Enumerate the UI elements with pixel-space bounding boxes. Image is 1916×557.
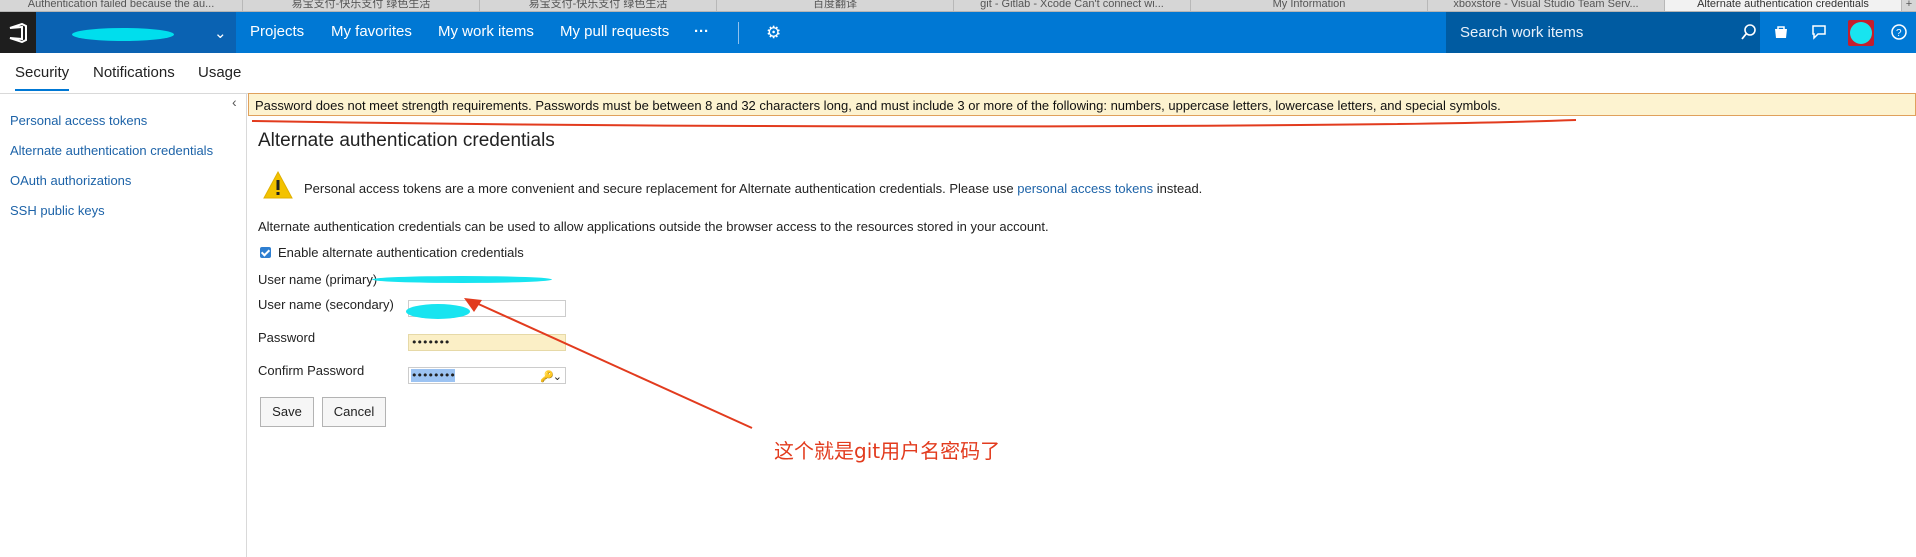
browser-tab-strip: Authentication failed because the au... … [0,0,1916,12]
page-title: Alternate authentication credentials [258,130,555,151]
collapse-sidebar-icon[interactable]: ‹ [232,94,237,110]
feedback-icon[interactable] [1810,23,1828,41]
redacted-username-primary [372,276,552,283]
enable-alternate-credentials-label[interactable]: Enable alternate authentication credenti… [278,245,524,260]
help-icon[interactable]: ? [1890,23,1908,41]
redacted-account-name [72,28,174,41]
red-underline-annotation [251,119,1577,128]
marketplace-icon[interactable] [1772,23,1790,41]
svg-text:?: ? [1896,28,1902,39]
new-tab-button[interactable]: + [1902,0,1916,11]
note-text: Personal access tokens are a more conven… [304,181,1014,196]
browser-tab[interactable]: 易宝支付-快乐支付 绿色生活 [480,0,717,11]
browser-tab-active[interactable]: Alternate authentication credentials [1665,0,1902,11]
warning-icon [263,170,293,199]
pat-recommendation-note: Personal access tokens are a more conven… [304,181,1202,196]
annotation-text: 这个就是git用户名密码了 [774,439,1001,463]
error-banner: Password does not meet strength requirem… [248,93,1916,116]
search-placeholder: Search work items [1460,24,1584,41]
search-icon[interactable] [1740,23,1758,41]
profile-tabs: Security Notifications Usage [0,53,1916,94]
cancel-button[interactable]: Cancel [322,397,386,427]
error-message: Password does not meet strength requirem… [255,98,1501,113]
personal-access-tokens-link[interactable]: personal access tokens [1017,181,1153,196]
sidebar: ‹ Personal access tokens Alternate authe… [0,94,247,557]
browser-tab[interactable]: 百度翻译 [717,0,954,11]
browser-tab[interactable]: 易宝支付-快乐支付 绿色生活 [243,0,480,11]
sidebar-item-personal-access-tokens[interactable]: Personal access tokens [10,113,147,128]
browser-tab[interactable]: Authentication failed because the au... [0,0,243,11]
chevron-down-icon[interactable]: ⌄ [214,24,227,42]
divider [738,22,739,44]
search-input[interactable]: Search work items [1446,12,1760,53]
nav-my-pull-requests[interactable]: My pull requests [560,23,669,40]
avatar[interactable] [1848,20,1874,46]
sidebar-item-oauth-authorizations[interactable]: OAuth authorizations [10,173,131,188]
password-label: Password [258,330,316,345]
gear-icon[interactable]: ⚙ [766,23,781,43]
nav-projects[interactable]: Projects [250,23,304,40]
browser-tab[interactable]: My Information [1191,0,1428,11]
vsts-logo[interactable] [0,12,36,53]
nav-my-work-items[interactable]: My work items [438,23,534,40]
tab-usage[interactable]: Usage [198,64,241,81]
enable-alternate-credentials-checkbox[interactable] [260,247,271,258]
top-navigation-bar: ⌄ Projects My favorites My work items My… [0,12,1916,53]
tab-security[interactable]: Security [15,64,70,91]
nav-my-favorites[interactable]: My favorites [331,23,412,40]
username-primary-label: User name (primary) [258,272,378,287]
browser-tab[interactable]: git - Gitlab - Xcode Can't connect wi... [954,0,1191,11]
confirm-password-label: Confirm Password [258,363,365,378]
more-icon[interactable]: ··· [694,23,709,40]
tab-notifications[interactable]: Notifications [93,64,175,81]
red-arrow-annotation [464,298,753,429]
note-suffix: instead. [1156,181,1203,196]
sidebar-item-ssh-public-keys[interactable]: SSH public keys [10,203,105,218]
sidebar-item-alternate-credentials[interactable]: Alternate authentication credentials [10,143,213,158]
description-text: Alternate authentication credentials can… [258,219,1049,234]
browser-tab[interactable]: xboxstore - Visual Studio Team Serv... [1428,0,1665,11]
confirm-password-value: •••••••• [411,369,456,382]
username-secondary-label: User name (secondary) [258,297,394,312]
save-button[interactable]: Save [260,397,314,427]
vsts-logo-icon [9,23,27,43]
